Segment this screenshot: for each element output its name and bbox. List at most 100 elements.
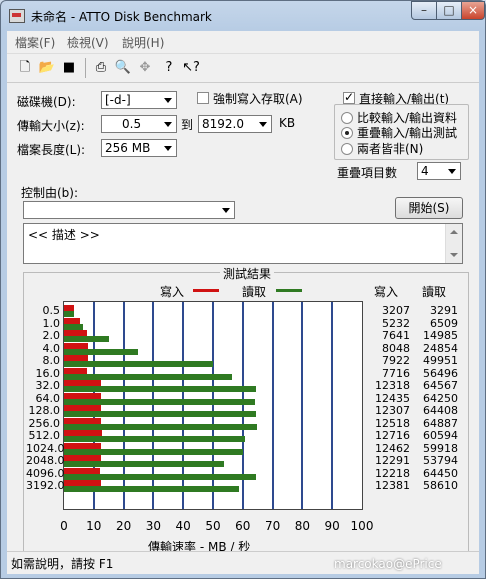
print-icon[interactable]: ⎙ — [91, 57, 111, 77]
print-preview-icon[interactable]: 🔍 — [113, 57, 133, 77]
title-bar[interactable]: 未命名 - ATTO Disk Benchmark – □ × — [1, 1, 485, 31]
start-button[interactable]: 開始(S) — [395, 197, 463, 219]
open-folder-icon[interactable]: 📂 — [37, 57, 57, 77]
read-bar — [64, 373, 233, 380]
radio-neither[interactable] — [341, 143, 353, 155]
chevron-down-icon — [254, 116, 271, 132]
read-bar — [64, 436, 245, 442]
close-button[interactable]: × — [461, 1, 485, 20]
kb-label: KB — [279, 116, 296, 130]
context-help-icon[interactable]: ↖? — [181, 57, 201, 77]
app-window: 未命名 - ATTO Disk Benchmark – □ × 檔案(F) 檢視… — [0, 0, 486, 579]
read-value: 3291 — [430, 304, 458, 317]
queue-depth-select[interactable]: 4 — [417, 162, 461, 180]
results-group: 測試結果 寫入 讀取 寫入 讀取 0.5 3207 3291 1.0 5232 6509 2… — [23, 265, 469, 559]
legend-read-label: 讀取 — [242, 285, 267, 299]
transfer-size-label: 傳輸大小(z): — [17, 119, 85, 133]
category-label: 128.0 — [28, 404, 61, 417]
category-label: 2.0 — [42, 329, 61, 342]
force-write-label: 強制寫入存取(A) — [213, 92, 303, 106]
description-scrollbar[interactable] — [445, 224, 462, 263]
category-label: 32.0 — [35, 379, 61, 392]
menu-bar: 檔案(F) 檢視(V) 說明(H) — [7, 31, 479, 51]
controlled-by-select[interactable] — [23, 201, 235, 219]
write-value: 7922 — [382, 354, 410, 367]
drive-value: [-d-] — [105, 93, 131, 107]
write-value: 7641 — [382, 329, 410, 342]
write-value: 12218 — [375, 466, 410, 480]
read-value: 53794 — [423, 454, 458, 467]
chevron-down-icon — [443, 163, 460, 179]
x-tick-label: 10 — [86, 519, 102, 533]
radio-compare-io[interactable] — [341, 112, 353, 124]
read-bar — [64, 348, 139, 355]
legend-read-swatch — [276, 289, 302, 292]
read-value: 60594 — [423, 429, 458, 442]
x-tick-label: 40 — [175, 519, 191, 533]
category-label: 16.0 — [35, 366, 61, 380]
chevron-down-icon — [159, 92, 176, 108]
read-value: 6509 — [430, 316, 458, 330]
read-bar — [64, 461, 225, 467]
write-value: 8048 — [382, 341, 410, 355]
read-bar — [64, 411, 256, 417]
category-label: 1024.0 — [26, 441, 65, 455]
read-value: 64450 — [423, 466, 458, 480]
chevron-down-icon — [217, 202, 234, 218]
minimize-button[interactable]: – — [411, 1, 437, 20]
radio-overlapped-io-label: 重疊輸入/輸出測試 — [357, 126, 458, 140]
client-area: 檔案(F) 檢視(V) 說明(H) 🗋 📂 ■ ⎙ 🔍 ✥ ? ↖? 磁碟機(D… — [7, 31, 479, 574]
write-value: 7716 — [382, 366, 410, 380]
maximize-button[interactable]: □ — [436, 1, 462, 20]
file-length-value: 256 MB — [105, 141, 151, 155]
new-file-icon[interactable]: 🗋 — [15, 57, 35, 77]
save-disk-icon[interactable]: ■ — [59, 57, 79, 77]
description-textarea[interactable]: << 描述 >> — [23, 223, 463, 264]
menu-file[interactable]: 檔案(F) — [15, 34, 55, 51]
drive-select[interactable]: [-d-] — [101, 91, 177, 109]
file-length-select[interactable]: 256 MB — [101, 139, 177, 157]
read-value: 49951 — [423, 354, 458, 367]
direct-io-checkbox[interactable] — [343, 90, 355, 104]
force-write-checkbox[interactable] — [197, 92, 209, 104]
read-value: 59918 — [423, 441, 458, 455]
results-title: 測試結果 — [220, 265, 275, 282]
radio-overlapped-io[interactable] — [341, 127, 353, 139]
x-tick-label: 70 — [264, 519, 281, 533]
read-bar — [64, 486, 239, 492]
menu-help[interactable]: 說明(H) — [122, 34, 164, 51]
read-value: 64408 — [423, 404, 458, 417]
x-tick-label: 100 — [350, 519, 374, 533]
x-tick-label: 60 — [235, 519, 251, 533]
chart-plot-area — [63, 301, 363, 510]
toolbar-separator — [85, 58, 86, 78]
category-label: 64.0 — [35, 391, 61, 405]
transfer-from-select[interactable]: 0.5 — [101, 115, 177, 133]
read-bar — [64, 448, 243, 455]
category-label: 4.0 — [42, 341, 61, 355]
queue-depth-value: 4 — [421, 164, 429, 178]
to-label: 到 — [181, 118, 194, 132]
chevron-down-icon — [159, 116, 176, 132]
read-value: 56496 — [423, 366, 458, 380]
chevron-down-icon — [159, 140, 176, 156]
transfer-to-select[interactable]: 8192.0 — [198, 115, 272, 133]
scroll-down-icon[interactable] — [450, 253, 458, 257]
read-value: 64567 — [423, 379, 458, 392]
category-label: 4096.0 — [26, 466, 65, 480]
move-cross-icon[interactable]: ✥ — [135, 57, 155, 77]
read-bar — [64, 473, 257, 480]
read-bar — [64, 398, 256, 405]
write-value: 12318 — [375, 379, 410, 392]
column-write-header: 寫入 — [374, 285, 399, 299]
help-icon[interactable]: ? — [159, 57, 179, 77]
scroll-up-icon[interactable] — [450, 230, 458, 234]
menu-view[interactable]: 檢視(V) — [67, 34, 109, 51]
x-tick-label: 30 — [145, 519, 162, 533]
x-tick-label: 80 — [294, 519, 311, 533]
write-value: 12716 — [375, 429, 410, 442]
write-value: 12291 — [375, 454, 410, 467]
grid-line — [331, 302, 334, 509]
toolbar: 🗋 📂 ■ ⎙ 🔍 ✥ ? ↖? — [7, 53, 479, 83]
write-value: 12435 — [375, 391, 410, 405]
